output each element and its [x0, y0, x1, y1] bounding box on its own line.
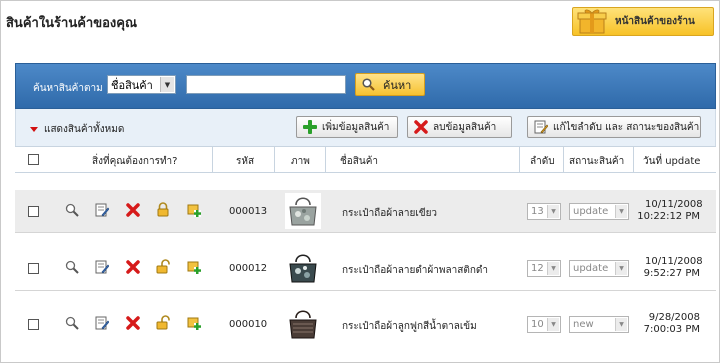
header-divider: [212, 146, 213, 173]
view-magnifier-icon[interactable]: [65, 316, 79, 330]
triangle-down-icon: [30, 127, 38, 132]
chevron-down-icon: ▼: [547, 262, 559, 275]
row-divider: [15, 290, 716, 291]
add-image-icon[interactable]: [187, 260, 201, 274]
product-code: 000012: [229, 263, 268, 274]
chevron-down-icon: ▼: [160, 77, 174, 92]
updated-time: 10:22:12 PM: [637, 211, 700, 222]
order-value: 13: [531, 206, 544, 217]
updated-date: 9/28/2008: [648, 312, 700, 323]
delete-x-icon[interactable]: [126, 260, 140, 274]
search-button[interactable]: ค้นหา: [355, 73, 425, 96]
delete-x-icon[interactable]: [126, 203, 140, 217]
product-code: 000013: [229, 206, 268, 217]
header-updated: วันที่ update: [643, 156, 701, 167]
header-image: ภาพ: [291, 156, 310, 167]
edit-order-status-label: แก้ไขลำดับ และ สถานะของสินค้า: [553, 121, 700, 133]
delete-product-label: ลบข้อมูลสินค้า: [433, 121, 497, 133]
order-value: 10: [531, 319, 544, 330]
product-thumbnail[interactable]: [285, 193, 321, 229]
add-image-icon[interactable]: [187, 316, 201, 330]
table-row: 000013 กระเป๋าถือผ้าลายเขียว 13 ▼ update…: [15, 190, 716, 232]
chevron-down-icon: ▼: [615, 205, 627, 218]
shop-page-button-label: หน้าสินค้าของร้าน: [615, 16, 695, 27]
view-magnifier-icon[interactable]: [65, 260, 79, 274]
product-thumbnail[interactable]: [285, 306, 321, 342]
search-field-value: ชื่อสินค้า: [111, 78, 153, 92]
search-field-select[interactable]: ชื่อสินค้า ▼: [107, 75, 176, 94]
edit-icon[interactable]: [95, 260, 110, 274]
chevron-down-icon: ▼: [547, 318, 559, 331]
updated-time: 7:00:03 PM: [643, 324, 700, 335]
search-button-label: ค้นหา: [383, 78, 412, 92]
chevron-down-icon: ▼: [547, 205, 559, 218]
status-select[interactable]: new ▼: [569, 316, 629, 333]
add-product-label: เพิ่มข้อมูลสินค้า: [322, 121, 390, 133]
product-name: กระเป๋าถือผ้าลูกฟูกสีน้ำตาลเข้ม: [342, 321, 477, 332]
header-name: ชื่อสินค้า: [340, 156, 379, 167]
search-label: ค้นหาสินค้าตาม :: [33, 83, 110, 94]
header-divider: [563, 146, 564, 173]
row-checkbox[interactable]: [28, 263, 39, 274]
header-order: ลำดับ: [530, 156, 555, 167]
edit-icon[interactable]: [95, 316, 110, 330]
lock-open-icon[interactable]: [156, 315, 170, 330]
header-actions: สิ่งที่คุณต้องการทำ?: [92, 156, 178, 167]
select-all-checkbox[interactable]: [28, 154, 39, 165]
lock-open-icon[interactable]: [156, 259, 170, 274]
updated-date: 10/11/2008: [645, 199, 703, 210]
search-icon: [362, 78, 375, 91]
header-divider: [633, 146, 634, 173]
header-divider: [519, 146, 520, 173]
status-value: update: [573, 263, 609, 274]
order-value: 12: [531, 263, 544, 274]
gift-box-icon: [577, 8, 607, 35]
show-all-toggle[interactable]: แสดงสินค้าทั้งหมด: [30, 122, 124, 137]
updated-time: 9:52:27 PM: [643, 268, 700, 279]
delete-x-icon[interactable]: [126, 316, 140, 330]
edit-note-icon: [534, 120, 549, 134]
delete-x-icon: [414, 120, 428, 134]
product-name: กระเป๋าถือผ้าลายดำผ้าพลาสติกดำ: [342, 265, 488, 276]
search-bar: ค้นหาสินค้าตาม : ชื่อสินค้า ▼ ค้นหา: [15, 63, 716, 109]
header-code: รหัส: [236, 156, 255, 167]
table-header: สิ่งที่คุณต้องการทำ? รหัส ภาพ ชื่อสินค้า…: [15, 146, 716, 173]
chevron-down-icon: ▼: [615, 318, 627, 331]
show-all-label: แสดงสินค้าทั้งหมด: [44, 124, 125, 135]
shop-page-button[interactable]: หน้าสินค้าของร้าน: [572, 7, 714, 36]
order-select[interactable]: 13 ▼: [527, 203, 561, 220]
plus-icon: [303, 120, 317, 134]
row-divider: [15, 232, 716, 233]
row-checkbox[interactable]: [28, 206, 39, 217]
header-divider: [274, 146, 275, 173]
status-value: update: [573, 206, 609, 217]
header-divider: [325, 146, 326, 173]
product-thumbnail[interactable]: [285, 250, 321, 286]
lock-closed-icon[interactable]: [156, 202, 170, 217]
add-image-icon[interactable]: [187, 203, 201, 217]
add-product-button[interactable]: เพิ่มข้อมูลสินค้า: [296, 116, 398, 138]
edit-order-status-button[interactable]: แก้ไขลำดับ และ สถานะของสินค้า: [527, 116, 701, 138]
search-input[interactable]: [186, 75, 346, 94]
header-status: สถานะสินค้า: [569, 156, 625, 167]
chevron-down-icon: ▼: [615, 262, 627, 275]
row-checkbox[interactable]: [28, 319, 39, 330]
action-toolbar: แสดงสินค้าทั้งหมด เพิ่มข้อมูลสินค้า ลบข้…: [15, 109, 716, 146]
updated-date: 10/11/2008: [645, 256, 703, 267]
product-name: กระเป๋าถือผ้าลายเขียว: [342, 208, 438, 219]
product-code: 000010: [229, 319, 268, 330]
status-value: new: [573, 319, 594, 330]
delete-product-button[interactable]: ลบข้อมูลสินค้า: [407, 116, 512, 138]
order-select[interactable]: 12 ▼: [527, 260, 561, 277]
edit-icon[interactable]: [95, 203, 110, 217]
order-select[interactable]: 10 ▼: [527, 316, 561, 333]
table-row: 000010 กระเป๋าถือผ้าลูกฟูกสีน้ำตาลเข้ม 1…: [15, 303, 716, 345]
table-row: 000012 กระเป๋าถือผ้าลายดำผ้าพลาสติกดำ 12…: [15, 247, 716, 289]
page-title: สินค้าในร้านค้าของคุณ: [6, 16, 138, 31]
view-magnifier-icon[interactable]: [65, 203, 79, 217]
status-select[interactable]: update ▼: [569, 203, 629, 220]
status-select[interactable]: update ▼: [569, 260, 629, 277]
